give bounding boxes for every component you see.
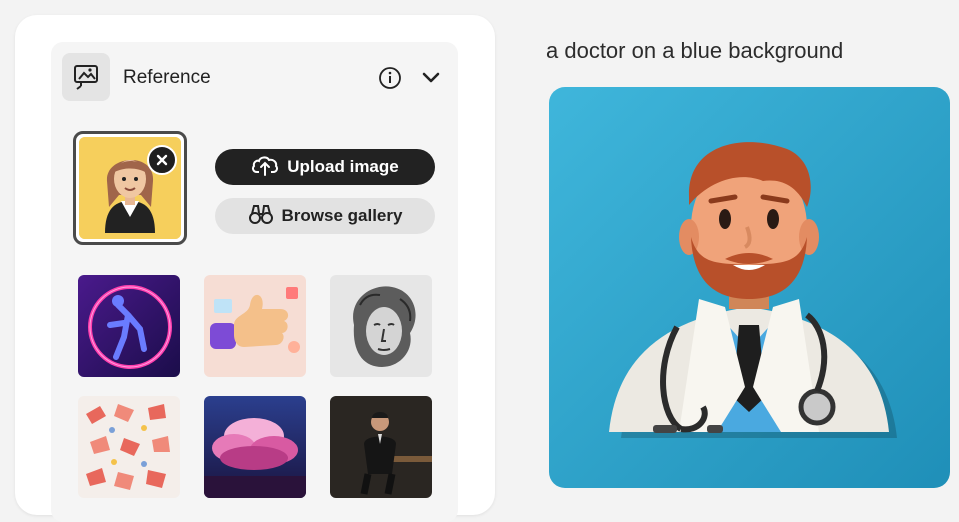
prompt-text: a doctor on a blue background [546, 38, 844, 63]
info-icon[interactable] [378, 66, 402, 90]
browse-gallery-label: Browse gallery [281, 206, 403, 225]
cloud-upload-icon [251, 154, 279, 181]
reference-title: Reference [123, 67, 211, 88]
binoculars-icon [248, 203, 274, 230]
gallery-item-neon-dancer[interactable] [78, 275, 180, 377]
close-icon[interactable] [147, 145, 177, 175]
upload-image-label: Upload image [287, 157, 399, 176]
gallery-item-hands-pattern[interactable] [78, 396, 180, 498]
reference-panel: Reference Upload image Browse gallery [15, 15, 495, 522]
gallery-item-pink-clouds[interactable] [204, 396, 306, 498]
chevron-down-icon[interactable] [420, 66, 442, 88]
browse-gallery-button[interactable]: Browse gallery [215, 198, 435, 234]
generated-image[interactable] [549, 87, 950, 488]
gallery-item-engraving-portrait[interactable] [330, 275, 432, 377]
upload-image-button[interactable]: Upload image [215, 149, 435, 185]
gallery-item-man-in-suit[interactable] [330, 396, 432, 498]
gallery-item-thumbs-up-3d[interactable] [204, 275, 306, 377]
reference-card: Reference Upload image Browse gallery [51, 42, 458, 522]
reference-image-icon [62, 53, 110, 101]
